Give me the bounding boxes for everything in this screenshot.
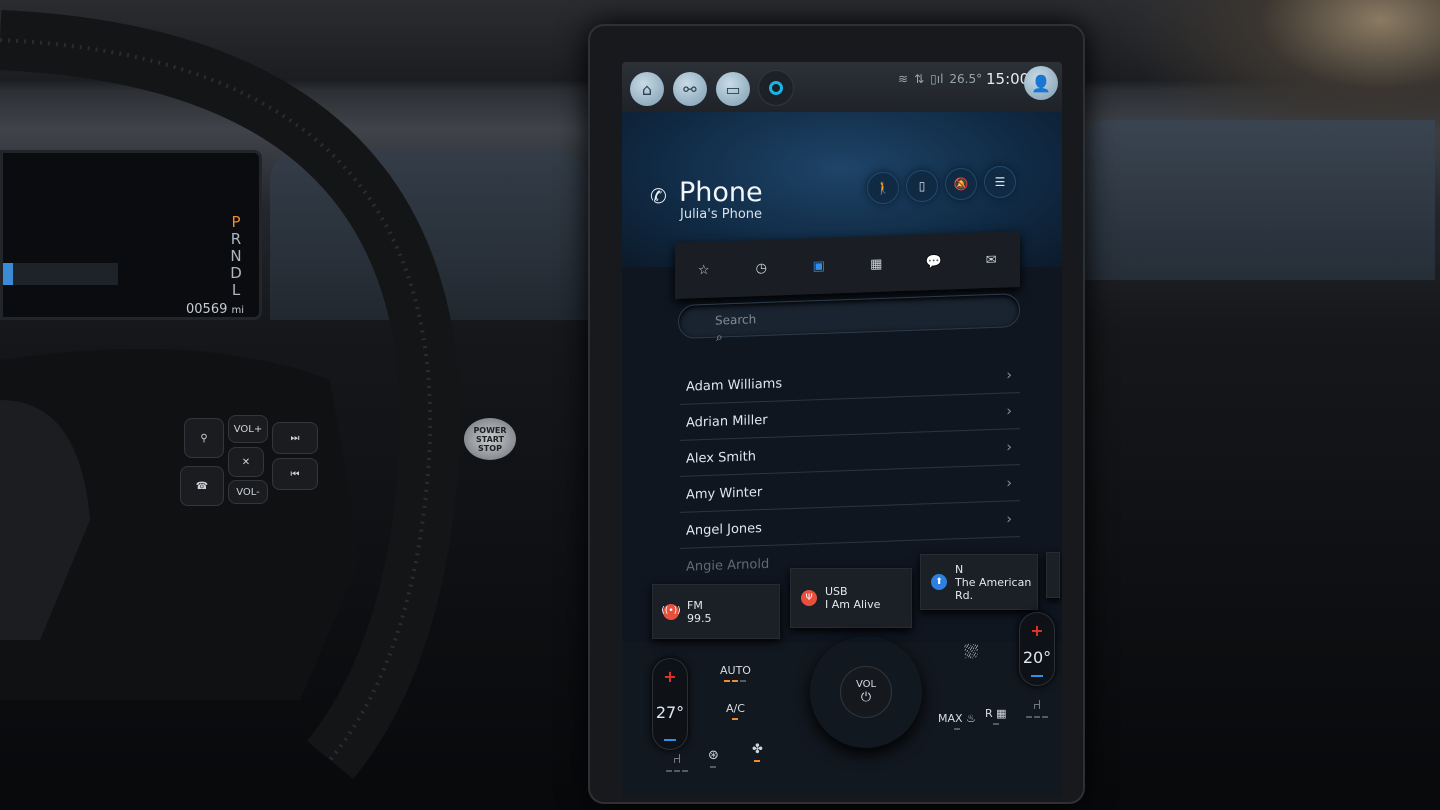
tab-email[interactable]: ✉	[971, 252, 1011, 268]
passenger-seat-heat-icon[interactable]: ⑁	[1026, 698, 1048, 718]
data-4g-icon: ⇅	[914, 72, 925, 86]
infotainment-screen: ⌂ ⚯ ▭ ≋ ⇅ ▯ıl 26.5° 15:00 👤 ✆ Phone Juli…	[622, 62, 1062, 797]
airflow-icon[interactable]: ⛆	[964, 642, 978, 663]
settings-sliders-icon[interactable]: ☰	[984, 166, 1016, 198]
contact-name: Angel Jones	[686, 520, 762, 539]
clock: 15:00	[986, 70, 1030, 88]
tab-keypad[interactable]: ▦	[856, 256, 896, 272]
stop-label: STOP	[478, 443, 502, 453]
auto-label: AUTO	[720, 664, 751, 677]
phone-device-icon[interactable]: ▯	[906, 170, 938, 202]
passenger-temp-control[interactable]: + 20°	[1019, 612, 1055, 686]
card-label: USB	[825, 585, 848, 598]
card-value: 99.5	[687, 611, 712, 625]
end-call-button[interactable]: ☎	[180, 466, 224, 506]
volume-down-button[interactable]: VOL-	[228, 480, 268, 504]
power-icon: ⏻	[860, 690, 872, 705]
chevron-right-icon: ›	[1006, 403, 1012, 420]
driving-icon[interactable]: 🚶	[867, 172, 899, 204]
power-button[interactable]: VOL ⏻	[840, 666, 892, 718]
media-card-fm[interactable]: ((•)) FM 99.5	[652, 584, 780, 639]
outside-temperature: 26.5°	[949, 72, 983, 86]
top-bar: ⌂ ⚯ ▭ ≋ ⇅ ▯ıl 26.5° 15:00 👤	[622, 62, 1062, 112]
usb-icon: Ψ	[801, 590, 817, 606]
ac-label: A/C	[726, 702, 745, 715]
phone-tabs: ☆ ◷ ▣ ▦ 💬 ✉	[675, 230, 1020, 300]
dashboard-trim-right	[1085, 120, 1435, 280]
max-defrost-button[interactable]: MAX ♨	[938, 712, 976, 730]
start-label: START	[475, 434, 505, 444]
media-card-more[interactable]	[1046, 552, 1060, 598]
volume-knob[interactable]: VOL ⏻	[810, 636, 922, 748]
wifi-icon: ≋	[898, 72, 909, 86]
home-icon[interactable]: ⌂	[630, 72, 664, 106]
card-value: The American Rd.	[955, 575, 1032, 602]
chevron-right-icon: ›	[1006, 439, 1012, 456]
chevron-right-icon: ›	[1006, 511, 1012, 528]
contact-name: Alex Smith	[686, 448, 756, 467]
rear-defrost-button[interactable]: R ▦	[985, 707, 1007, 725]
temp-down-icon[interactable]	[664, 739, 676, 741]
power-label: POWER	[473, 425, 507, 435]
fan-icon[interactable]: ✤	[752, 742, 763, 762]
connect-icon[interactable]: ⚯	[673, 72, 707, 106]
phone-icon: ✆	[650, 184, 667, 208]
search-icon: ⌕	[716, 330, 723, 344]
voice-button[interactable]: ⚲	[184, 418, 224, 458]
chevron-right-icon: ›	[1006, 475, 1012, 492]
rear-label: R	[985, 707, 993, 720]
navigation-icon: ⬆	[931, 574, 947, 590]
heated-wheel-icon[interactable]: ⊛	[708, 748, 719, 768]
auto-button[interactable]: AUTO	[720, 664, 751, 682]
contact-name: Adrian Miller	[686, 412, 768, 431]
phone-signal-icon: ▯ıl	[930, 72, 944, 86]
ac-button[interactable]: A/C	[726, 702, 745, 720]
max-label: MAX	[938, 712, 963, 725]
driver-seat-heat-icon[interactable]: ⑁	[666, 752, 688, 772]
card-value: I Am Alive	[825, 598, 881, 611]
tab-recents[interactable]: ◷	[741, 260, 781, 276]
page-title: Phone	[679, 177, 763, 208]
contact-name: Amy Winter	[686, 484, 763, 503]
radio-icon: ((•))	[661, 603, 681, 620]
tab-favorites[interactable]: ☆	[684, 262, 724, 278]
status-icons: ≋ ⇅ ▯ıl 26.5°	[898, 72, 982, 86]
card-label: FM	[687, 598, 703, 612]
rear-defrost-icon: ▦	[996, 707, 1007, 720]
profile-icon[interactable]: 👤	[1024, 66, 1058, 100]
defrost-icon: ♨	[966, 712, 976, 725]
media-card-usb[interactable]: Ψ USB I Am Alive	[790, 568, 912, 628]
device-name: Julia's Phone	[680, 207, 763, 222]
mute-button[interactable]: ✕	[228, 447, 264, 477]
knob-label: VOL	[855, 679, 877, 690]
chevron-right-icon: ›	[1006, 367, 1012, 384]
search-input[interactable]: Search	[678, 293, 1020, 339]
temp-up-icon[interactable]: +	[663, 667, 676, 686]
volume-up-button[interactable]: VOL+	[228, 415, 268, 443]
passenger-temp: 20°	[1022, 648, 1052, 667]
power-start-stop-button[interactable]: POWER START STOP	[464, 418, 516, 460]
media-card-navigation[interactable]: ⬆ N The American Rd.	[920, 554, 1038, 610]
camera-icon[interactable]: ▭	[716, 72, 750, 106]
temp-up-icon[interactable]: +	[1030, 621, 1043, 640]
contact-name: Adam Williams	[686, 375, 783, 395]
mute-bell-icon[interactable]: 🔕	[945, 168, 977, 200]
next-track-button[interactable]: ⏭	[272, 422, 318, 454]
tab-messages[interactable]: 💬	[914, 254, 954, 270]
tab-contacts[interactable]: ▣	[799, 258, 839, 274]
alexa-icon[interactable]	[758, 70, 794, 106]
contact-name: Angie Arnold	[686, 556, 770, 575]
temp-down-icon[interactable]	[1031, 675, 1043, 677]
driver-temp-control[interactable]: + 27°	[652, 658, 688, 750]
card-label: N	[955, 562, 964, 576]
prev-track-button[interactable]: ⏮	[272, 458, 318, 490]
steering-wheel	[0, 10, 461, 779]
driver-temp: 27°	[655, 703, 685, 722]
